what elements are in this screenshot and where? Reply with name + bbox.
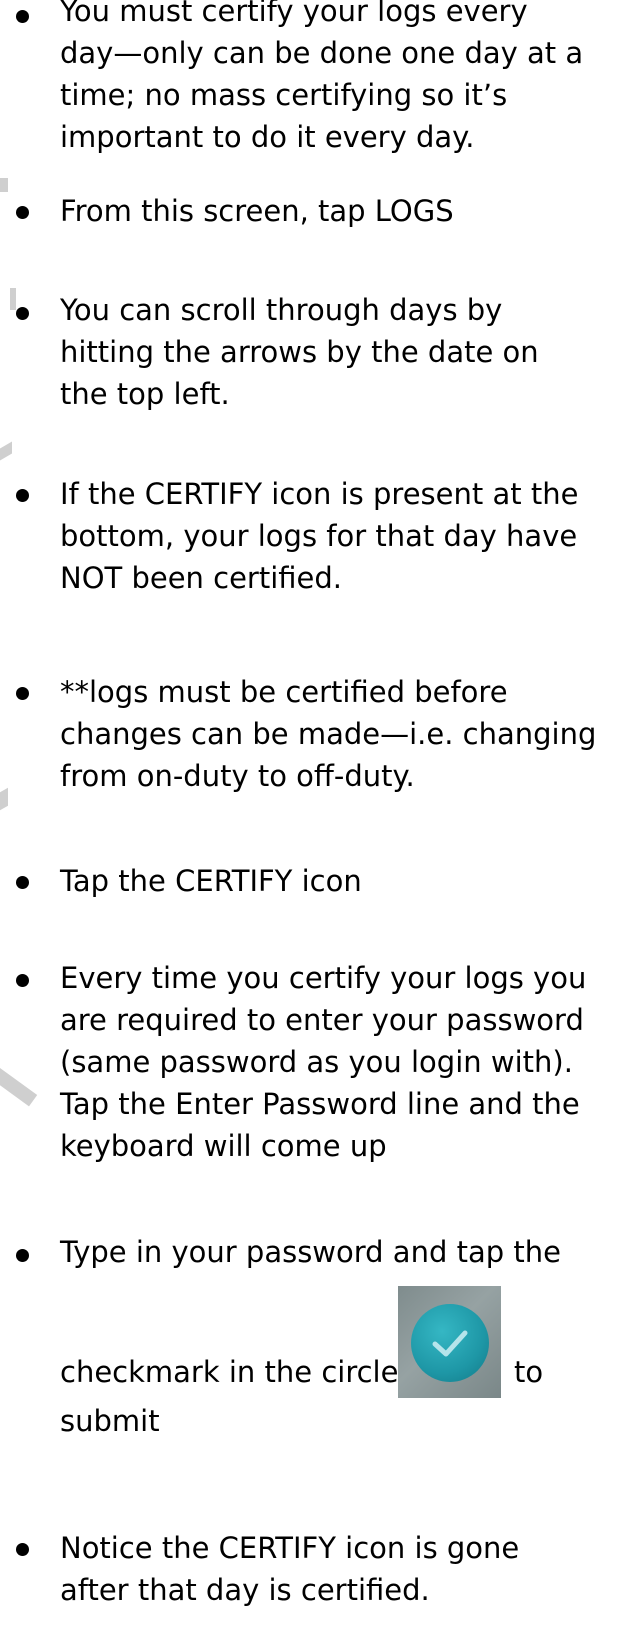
check-icon: [432, 1330, 468, 1357]
list-item-text: Type in your password and tap the: [60, 1231, 626, 1273]
watermark-fragment: [0, 178, 8, 192]
list-item-text: Notice the CERTIFY icon is gone after th…: [60, 1527, 626, 1611]
text-line: submit: [60, 1404, 160, 1438]
bullet-dot: [16, 1543, 29, 1556]
text-line: You must certify your logs every: [60, 0, 528, 28]
list-item-text: Tap the CERTIFY icon: [60, 860, 626, 902]
watermark-fragment: [0, 441, 12, 461]
text-line: from on-duty to off-duty.: [60, 759, 415, 793]
bullet-dot: [16, 687, 29, 700]
text-line: Type in your password and tap the: [60, 1235, 561, 1269]
list-item-text: From this screen, tap LOGS: [60, 190, 626, 232]
watermark-fragment: [0, 787, 8, 811]
bullet-dot: [16, 307, 29, 320]
text-line: time; no mass certifying so it’s: [60, 78, 508, 112]
list-item-text: submit: [60, 1400, 626, 1442]
text-line: important to do it every day.: [60, 120, 475, 154]
text-line: If the CERTIFY icon is present at the: [60, 477, 579, 511]
text-line: are required to enter your password: [60, 1003, 584, 1037]
text-line: checkmark in the circle: [60, 1355, 399, 1389]
text-line: keyboard will come up: [60, 1129, 387, 1163]
text-line: You can scroll through days by: [60, 293, 503, 327]
bullet-dot: [16, 10, 29, 23]
bullet-dot: [16, 974, 29, 987]
text-line: Tap the Enter Password line and the: [60, 1087, 580, 1121]
text-line: Every time you certify your logs you: [60, 961, 587, 995]
checkmark-circle-icon: [398, 1286, 501, 1398]
list-item-text: If the CERTIFY icon is present at the bo…: [60, 473, 626, 599]
text-line: day—only can be done one day at a: [60, 36, 584, 70]
text-line: the top left.: [60, 377, 230, 411]
bullet-dot: [16, 489, 29, 502]
watermark-fragment: [0, 1068, 38, 1107]
text-line: after that day is certified.: [60, 1573, 430, 1607]
text-line: Notice the CERTIFY icon is gone: [60, 1531, 520, 1565]
text-line: to: [514, 1355, 544, 1389]
text-line: Tap the CERTIFY icon: [60, 864, 362, 898]
list-item-text: You must certify your logs every day—onl…: [60, 0, 626, 158]
watermark-fragment: [10, 288, 16, 310]
text-line: From this screen, tap LOGS: [60, 194, 454, 228]
text-line: bottom, your logs for that day have: [60, 519, 578, 553]
text-line: hitting the arrows by the date on: [60, 335, 539, 369]
list-item-text: You can scroll through days by hitting t…: [60, 289, 626, 415]
text-line: NOT been certified.: [60, 561, 343, 595]
list-item-text: checkmark in the circle to: [60, 1286, 626, 1398]
instruction-page: You must certify your logs every day—onl…: [0, 0, 626, 1627]
text-line: **logs must be certified before: [60, 675, 508, 709]
bullet-dot: [16, 206, 29, 219]
text-line: (same password as you login with).: [60, 1045, 573, 1079]
list-item-text: **logs must be certified before changes …: [60, 671, 626, 797]
bullet-dot: [16, 1249, 29, 1262]
text-line: changes can be made—i.e. changing: [60, 717, 597, 751]
bullet-dot: [16, 876, 29, 889]
list-item-text: Every time you certify your logs you are…: [60, 957, 626, 1167]
